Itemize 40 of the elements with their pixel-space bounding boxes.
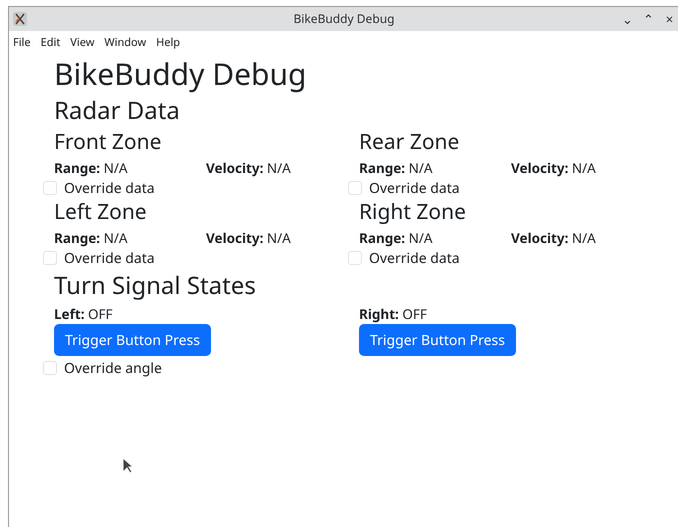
zone-heading: Left Zone [54,198,148,228]
velocity-reading: Velocity: N/A [511,228,596,248]
velocity-reading: Velocity: N/A [206,158,291,178]
checkbox[interactable] [43,251,57,265]
menu-item[interactable]: File [13,34,31,52]
menu-item[interactable]: Help [156,34,180,52]
zone-heading: Rear Zone [359,128,460,158]
zone-heading: Front Zone [54,128,162,158]
checkbox-label: Override data [369,248,460,268]
checkbox-label: Override data [64,248,155,268]
section-heading: Turn Signal States [54,270,257,304]
section-heading: Radar Data [54,95,181,128]
trigger-button[interactable]: Trigger Button Press [359,324,516,356]
checkbox[interactable] [348,181,362,195]
checkbox[interactable] [43,361,57,375]
signal-state: Right: OFF [359,304,427,324]
menu-item[interactable]: Window [104,34,146,52]
range-reading: Range: N/A [359,158,434,178]
menu-item[interactable]: Edit [40,34,60,52]
app-icon [13,12,27,26]
velocity-reading: Velocity: N/A [206,228,291,248]
window-control[interactable]: ⌄ [621,12,634,26]
range-reading: Range: N/A [54,158,129,178]
page-heading: BikeBuddy Debug [54,55,308,95]
checkbox-label: Override angle [64,358,162,378]
zone-heading: Right Zone [359,198,467,228]
window-control[interactable]: ⌃ [642,12,655,26]
mouse-cursor-icon [122,457,133,474]
range-reading: Range: N/A [359,228,434,248]
trigger-button[interactable]: Trigger Button Press [54,324,211,356]
velocity-reading: Velocity: N/A [511,158,596,178]
signal-state: Left: OFF [54,304,113,324]
checkbox[interactable] [348,251,362,265]
window-title: BikeBuddy Debug [294,10,394,28]
range-reading: Range: N/A [54,228,129,248]
checkbox-label: Override data [369,178,460,198]
window-control[interactable]: × [663,12,676,26]
checkbox[interactable] [43,181,57,195]
checkbox-label: Override data [64,178,155,198]
menu-item[interactable]: View [70,34,94,52]
